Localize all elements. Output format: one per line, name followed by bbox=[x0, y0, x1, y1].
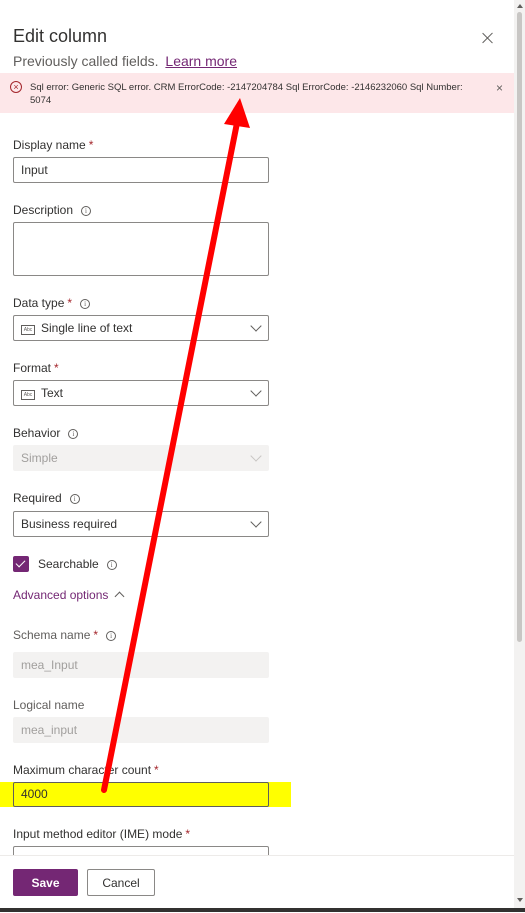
error-message-bar: × Sql error: Generic SQL error. CRM Erro… bbox=[0, 73, 514, 113]
text-format-icon: Abc bbox=[21, 390, 35, 400]
required-marker: * bbox=[54, 361, 59, 375]
behavior-label-text: Behavior bbox=[13, 426, 61, 440]
description-textarea[interactable] bbox=[13, 222, 269, 276]
required-value: Business required bbox=[21, 517, 118, 531]
behavior-dropdown: Simple bbox=[13, 445, 269, 471]
chevron-down-icon bbox=[250, 320, 262, 332]
scroll-down-arrow-icon[interactable] bbox=[517, 898, 523, 902]
subtitle-text: Previously called fields. bbox=[13, 53, 159, 69]
max-char-count-value: 4000 bbox=[21, 787, 48, 801]
description-label-text: Description bbox=[13, 203, 74, 217]
data-type-label-text: Data type bbox=[13, 296, 65, 310]
info-icon[interactable]: i bbox=[69, 494, 80, 504]
bottom-edge bbox=[0, 908, 525, 912]
info-icon[interactable]: i bbox=[106, 560, 117, 570]
scrollbar-thumb[interactable] bbox=[517, 12, 522, 642]
chevron-down-icon bbox=[250, 516, 262, 528]
schema-name-label: Schema name * i bbox=[13, 628, 117, 642]
advanced-options-toggle[interactable]: Advanced options bbox=[13, 588, 125, 602]
display-name-value: Input bbox=[21, 163, 48, 177]
format-label-text: Format bbox=[13, 361, 52, 375]
text-type-icon: Abc bbox=[21, 325, 35, 335]
data-type-label: Data type * i bbox=[13, 296, 91, 310]
ime-mode-label: Input method editor (IME) mode * bbox=[13, 827, 190, 841]
behavior-value: Simple bbox=[21, 451, 58, 465]
data-type-dropdown[interactable]: Abc Single line of text bbox=[13, 315, 269, 341]
required-marker: * bbox=[67, 296, 73, 310]
ime-mode-label-text: Input method editor (IME) mode bbox=[13, 827, 183, 841]
required-marker: * bbox=[93, 628, 99, 642]
display-name-label: Display name * bbox=[13, 138, 93, 152]
advanced-options-label: Advanced options bbox=[13, 588, 109, 602]
searchable-label-text: Searchable bbox=[38, 557, 99, 571]
data-type-value: Single line of text bbox=[41, 321, 133, 335]
searchable-checkbox[interactable] bbox=[13, 556, 29, 572]
error-icon: × bbox=[10, 81, 22, 93]
behavior-label: Behavior i bbox=[13, 426, 79, 440]
schema-name-label-text: Schema name bbox=[13, 628, 91, 642]
display-name-label-text: Display name bbox=[13, 138, 86, 152]
info-icon[interactable]: i bbox=[80, 299, 91, 309]
required-label: Required i bbox=[13, 491, 80, 505]
chevron-down-icon bbox=[250, 450, 262, 462]
panel-title: Edit column bbox=[13, 26, 108, 46]
panel-footer: Save Cancel bbox=[0, 855, 514, 913]
required-dropdown[interactable]: Business required bbox=[13, 511, 269, 537]
panel-subtitle: Previously called fields. Learn more bbox=[13, 53, 237, 69]
max-char-count-input[interactable]: 4000 bbox=[13, 782, 269, 807]
scroll-up-arrow-icon[interactable] bbox=[517, 4, 523, 8]
required-marker: * bbox=[88, 138, 94, 152]
logical-name-input: mea_input bbox=[13, 717, 269, 743]
info-icon[interactable]: i bbox=[106, 631, 117, 641]
info-icon[interactable]: i bbox=[81, 206, 92, 216]
cancel-button[interactable]: Cancel bbox=[87, 869, 155, 896]
chevron-up-icon bbox=[114, 591, 125, 602]
error-message-text: Sql error: Generic SQL error. CRM ErrorC… bbox=[30, 82, 463, 106]
format-label: Format * bbox=[13, 361, 59, 375]
description-label: Description i bbox=[13, 203, 92, 217]
max-char-count-label-text: Maximum character count bbox=[13, 763, 152, 777]
dismiss-error-icon[interactable]: × bbox=[496, 81, 503, 95]
format-dropdown[interactable]: Abc Text bbox=[13, 380, 269, 406]
required-label-text: Required bbox=[13, 491, 62, 505]
format-value: Text bbox=[41, 386, 64, 400]
edit-column-panel: Edit column Previously called fields. Le… bbox=[0, 0, 514, 913]
chevron-down-icon bbox=[250, 385, 262, 397]
required-marker: * bbox=[154, 763, 159, 777]
close-icon[interactable] bbox=[480, 30, 496, 46]
schema-name-input: mea_Input bbox=[13, 652, 269, 678]
required-marker: * bbox=[185, 827, 191, 841]
logical-name-label: Logical name bbox=[13, 698, 84, 712]
display-name-input[interactable]: Input bbox=[13, 157, 269, 183]
save-button[interactable]: Save bbox=[13, 869, 78, 896]
vertical-scrollbar[interactable] bbox=[514, 0, 525, 912]
info-icon[interactable]: i bbox=[68, 429, 79, 439]
schema-name-value: mea_Input bbox=[21, 658, 78, 672]
learn-more-link[interactable]: Learn more bbox=[165, 53, 237, 69]
max-char-count-label: Maximum character count * bbox=[13, 763, 159, 777]
logical-name-value: mea_input bbox=[21, 723, 78, 737]
searchable-label: Searchable i bbox=[38, 557, 117, 571]
logical-name-label-text: Logical name bbox=[13, 698, 85, 712]
